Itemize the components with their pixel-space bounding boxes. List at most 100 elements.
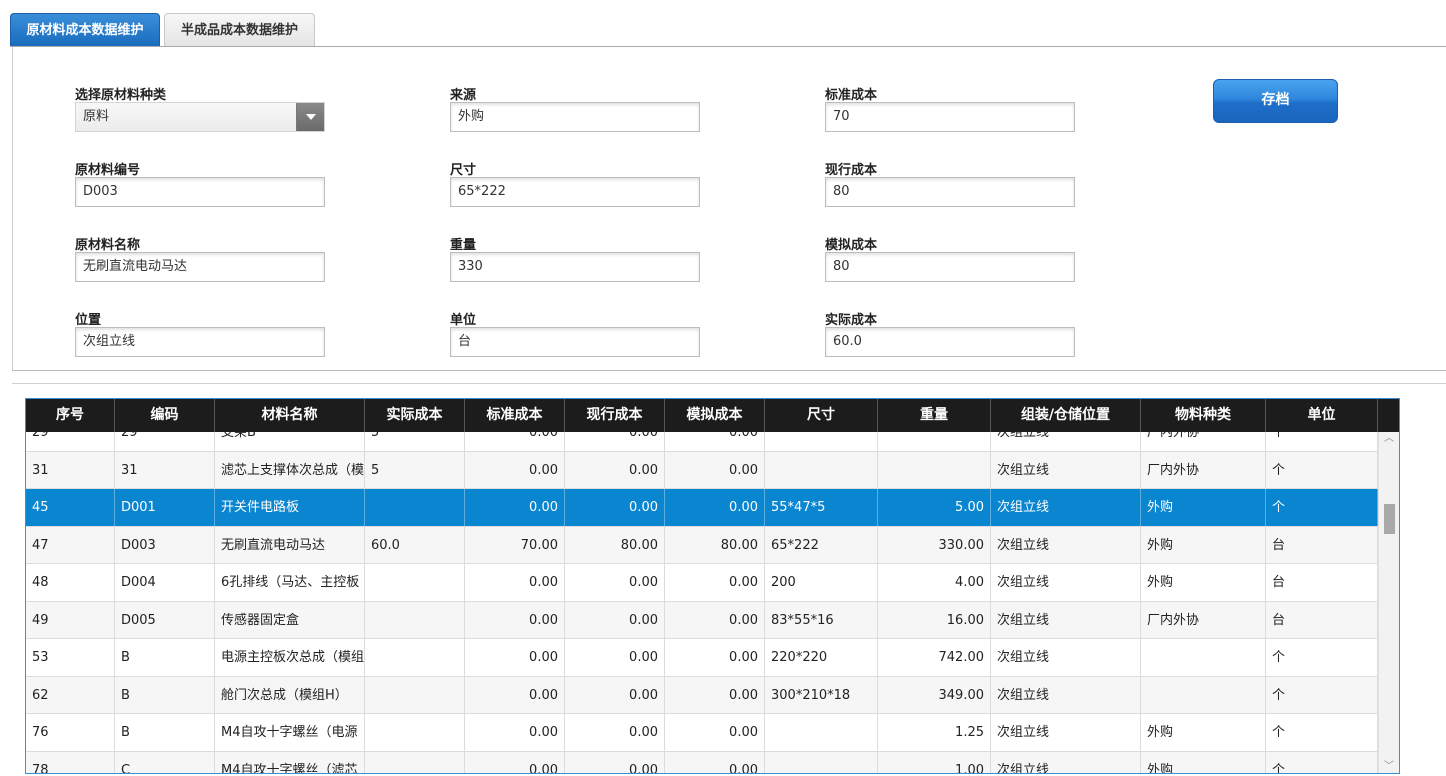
table-cell: 个 bbox=[1266, 451, 1378, 488]
table-cell: 49 bbox=[26, 601, 115, 638]
location-input[interactable]: 次组立线 bbox=[75, 327, 325, 357]
table-cell: 0.00 bbox=[665, 676, 765, 713]
save-button[interactable]: 存档 bbox=[1213, 79, 1338, 123]
table-cell: 个 bbox=[1266, 676, 1378, 713]
table-cell: 支架B bbox=[215, 432, 365, 451]
table-cell: 47 bbox=[26, 526, 115, 563]
material-name-input[interactable]: 无刷直流电动马达 bbox=[75, 252, 325, 282]
column-header[interactable]: 现行成本 bbox=[565, 399, 665, 432]
material-type-select[interactable]: 原料 bbox=[75, 102, 325, 132]
table-row[interactable]: 49 D005 传感器固定盒 0.00 0.00 0.00 83*55*16 16.00 次组立… bbox=[26, 601, 1378, 639]
table-cell: 厂内外协 bbox=[1141, 601, 1266, 638]
grid-body: 29 29 支架B 5 0.00 0.00 0.00 次组立线 厂内外协个 31 31 滤芯上支撑体次… bbox=[26, 432, 1378, 773]
table-cell: 70.00 bbox=[465, 526, 565, 563]
simulated-cost-label: 模拟成本 bbox=[825, 238, 878, 253]
actual-cost-input[interactable]: 60.0 bbox=[825, 327, 1075, 357]
table-cell: D005 bbox=[115, 601, 215, 638]
table-cell: 0.00 bbox=[465, 489, 565, 526]
table-cell: 外购 bbox=[1141, 564, 1266, 601]
tab-semi-finished-cost[interactable]: 半成品成本数据维护 bbox=[164, 13, 315, 47]
tab-raw-material-cost[interactable]: 原材料成本数据维护 bbox=[10, 13, 160, 47]
table-cell bbox=[765, 751, 878, 773]
column-header[interactable]: 编码 bbox=[115, 399, 215, 432]
table-row[interactable]: 45 D001 开关件电路板 0.00 0.00 0.00 55*47*5 5.00 次组立线外… bbox=[26, 489, 1378, 527]
table-cell: 次组立线 bbox=[991, 432, 1141, 451]
source-input[interactable]: 外购 bbox=[450, 102, 700, 132]
unit-label: 单位 bbox=[450, 313, 477, 328]
column-header[interactable]: 重量 bbox=[878, 399, 991, 432]
column-header[interactable]: 模拟成本 bbox=[665, 399, 765, 432]
vertical-scrollbar[interactable]: ︿ ﹀ bbox=[1378, 432, 1399, 773]
table-row[interactable]: 78 C M4自攻十字螺丝（滤芯 0.00 0.00 0.00 1.00 次组立线 外购个 bbox=[26, 751, 1378, 773]
current-cost-label: 现行成本 bbox=[825, 163, 878, 178]
table-cell: B bbox=[115, 676, 215, 713]
table-row[interactable]: 29 29 支架B 5 0.00 0.00 0.00 次组立线 厂内外协个 bbox=[26, 432, 1378, 452]
column-header[interactable]: 序号 bbox=[26, 399, 115, 432]
table-cell: 0.00 bbox=[565, 639, 665, 676]
table-cell: 31 bbox=[26, 451, 115, 488]
table-cell bbox=[365, 751, 465, 773]
table-cell: 0.00 bbox=[465, 432, 565, 451]
table-cell: 外购 bbox=[1141, 489, 1266, 526]
table-cell: 53 bbox=[26, 639, 115, 676]
material-code-input[interactable]: D003 bbox=[75, 177, 325, 207]
column-header[interactable]: 标准成本 bbox=[465, 399, 565, 432]
table-cell: 1.00 bbox=[878, 751, 991, 773]
material-code-label: 原材料编号 bbox=[75, 163, 141, 178]
simulated-cost-input[interactable]: 80 bbox=[825, 252, 1075, 282]
standard-cost-label: 标准成本 bbox=[825, 88, 878, 103]
table-cell bbox=[1141, 676, 1266, 713]
table-row[interactable]: 53 B 电源主控板次总成（模组 0.00 0.00 0.00 220*220 742.00 次… bbox=[26, 639, 1378, 677]
table-cell: 48 bbox=[26, 564, 115, 601]
table-cell: D004 bbox=[115, 564, 215, 601]
table-cell: 次组立线 bbox=[991, 714, 1141, 751]
scroll-up-icon[interactable]: ︿ bbox=[1379, 432, 1399, 446]
table-cell: 无刷直流电动马达 bbox=[215, 526, 365, 563]
table-cell: 开关件电路板 bbox=[215, 489, 365, 526]
table-cell: 次组立线 bbox=[991, 639, 1141, 676]
table-cell: 外购 bbox=[1141, 751, 1266, 773]
table-cell: D001 bbox=[115, 489, 215, 526]
table-cell: 外购 bbox=[1141, 526, 1266, 563]
table-cell: 0.00 bbox=[565, 676, 665, 713]
table-cell: 0.00 bbox=[465, 639, 565, 676]
size-label: 尺寸 bbox=[450, 163, 477, 178]
table-cell bbox=[765, 451, 878, 488]
material-type-value: 原料 bbox=[83, 109, 110, 124]
table-row[interactable]: 62 B 舱门次总成（模组H） 0.00 0.00 0.00 300*210*18 349.0… bbox=[26, 676, 1378, 714]
table-row[interactable]: 76 B M4自攻十字螺丝（电源 0.00 0.00 0.00 1.25 次组立线 外购个 bbox=[26, 714, 1378, 752]
table-row[interactable]: 47 D003 无刷直流电动马达 60.0 70.00 80.00 80.00 65*222 3… bbox=[26, 526, 1378, 564]
chevron-down-icon[interactable] bbox=[296, 103, 324, 131]
scroll-down-icon[interactable]: ﹀ bbox=[1379, 760, 1399, 773]
current-cost-input[interactable]: 80 bbox=[825, 177, 1075, 207]
column-header[interactable]: 尺寸 bbox=[765, 399, 878, 432]
table-cell: M4自攻十字螺丝（电源 bbox=[215, 714, 365, 751]
scroll-thumb[interactable] bbox=[1384, 504, 1395, 534]
table-cell: 742.00 bbox=[878, 639, 991, 676]
column-header[interactable]: 物料种类 bbox=[1141, 399, 1266, 432]
column-header[interactable]: 材料名称 bbox=[215, 399, 365, 432]
size-input[interactable]: 65*222 bbox=[450, 177, 700, 207]
column-header[interactable]: 组装/仓储位置 bbox=[991, 399, 1141, 432]
table-cell: 5 bbox=[365, 432, 465, 451]
column-header[interactable]: 实际成本 bbox=[365, 399, 465, 432]
table-cell: 6孔排线（马达、主控板 bbox=[215, 564, 365, 601]
weight-input[interactable]: 330 bbox=[450, 252, 700, 282]
table-cell: 0.00 bbox=[665, 751, 765, 773]
table-cell: 次组立线 bbox=[991, 489, 1141, 526]
table-cell: 次组立线 bbox=[991, 564, 1141, 601]
table-cell: 0.00 bbox=[665, 432, 765, 451]
table-cell: 80.00 bbox=[565, 526, 665, 563]
table-row[interactable]: 31 31 滤芯上支撑体次总成（模组 5 0.00 0.00 0.00 次组立线 厂内外协个 bbox=[26, 451, 1378, 489]
table-cell: 0.00 bbox=[665, 714, 765, 751]
table-row[interactable]: 48 D004 6孔排线（马达、主控板 0.00 0.00 0.00 200 4.00 次组立线… bbox=[26, 564, 1378, 602]
table-cell: 0.00 bbox=[465, 601, 565, 638]
unit-input[interactable]: 台 bbox=[450, 327, 700, 357]
table-cell: 0.00 bbox=[465, 451, 565, 488]
column-header[interactable]: 单位 bbox=[1266, 399, 1378, 432]
table-cell: C bbox=[115, 751, 215, 773]
table-cell: 0.00 bbox=[665, 639, 765, 676]
actual-cost-label: 实际成本 bbox=[825, 313, 878, 328]
standard-cost-input[interactable]: 70 bbox=[825, 102, 1075, 132]
table-cell: 台 bbox=[1266, 526, 1378, 563]
